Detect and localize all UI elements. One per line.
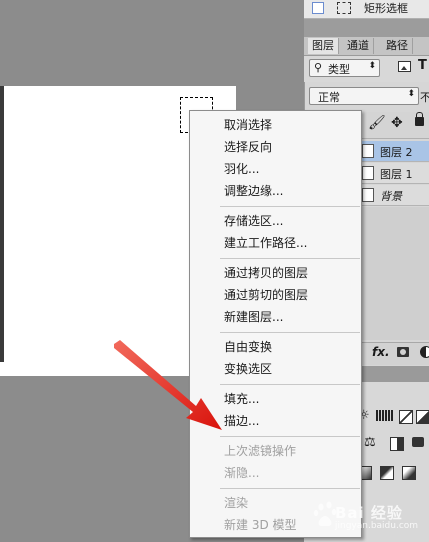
- menu-item-fade: 渐隐...: [224, 466, 260, 480]
- lock-pixels-brush-icon[interactable]: 🖌: [368, 115, 386, 131]
- layers-panel-tabs: 图层 通道 路径: [304, 37, 429, 56]
- updown-arrow-icon: ⬍: [407, 89, 415, 99]
- menu-separator: [220, 332, 360, 333]
- menu-item-layer-via-cut[interactable]: 通过剪切的图层: [190, 286, 361, 304]
- panel-gap: [304, 19, 429, 37]
- layer-name: 背景: [380, 190, 402, 203]
- checkbox-icon[interactable]: [312, 2, 324, 14]
- menu-separator: [220, 436, 360, 437]
- menu-item-select-inverse[interactable]: 选择反向: [190, 138, 361, 156]
- updown-arrow-icon: ⬍: [368, 61, 376, 71]
- blend-mode-value: 正常: [318, 91, 340, 104]
- fx-icon[interactable]: fx.: [372, 345, 390, 359]
- menu-item-make-work-path[interactable]: 建立工作路径...: [190, 234, 361, 252]
- tool-preset-rect-marquee[interactable]: 矩形选框: [304, 0, 429, 19]
- menu-item-feather[interactable]: 羽化...: [190, 160, 361, 178]
- menu-separator: [220, 488, 360, 489]
- search-icon: ⚲: [314, 61, 323, 74]
- layer-filter-select[interactable]: ⚲ 类型 ⬍: [309, 59, 380, 77]
- watermark-text: Bai 经验: [335, 504, 403, 522]
- tab-paths[interactable]: 路径: [382, 38, 413, 54]
- layer-filter-value: 类型: [328, 63, 350, 76]
- menu-separator: [220, 384, 360, 385]
- curves-icon[interactable]: [399, 410, 413, 424]
- menu-separator: [220, 258, 360, 259]
- layer-thumbnail: [362, 144, 374, 158]
- opacity-label-cut: 不: [420, 91, 429, 104]
- blend-mode-select[interactable]: 正常 ⬍: [309, 87, 419, 105]
- image-filter-icon[interactable]: [398, 61, 411, 72]
- photo-filter-icon[interactable]: [412, 437, 424, 447]
- menu-item-save-selection[interactable]: 存储选区...: [190, 212, 361, 230]
- layer-name: 图层 2: [380, 146, 413, 159]
- menu-item-deselect[interactable]: 取消选择: [190, 116, 361, 134]
- levels-icon[interactable]: [376, 410, 394, 421]
- menu-separator: [220, 206, 360, 207]
- layer-thumbnail: [362, 166, 374, 180]
- color-balance-icon[interactable]: ⚖: [364, 435, 376, 450]
- canvas-edge-strip: [0, 86, 4, 362]
- gradient-map-icon[interactable]: [402, 466, 416, 480]
- add-mask-icon[interactable]: [397, 347, 409, 357]
- context-menu: 取消选择 选择反向 羽化... 调整边缘... 存储选区... 建立工作路径..…: [189, 110, 362, 538]
- tool-preset-label: 矩形选框: [364, 2, 408, 15]
- lock-position-move-icon[interactable]: ✥: [391, 115, 403, 131]
- new-adjustment-icon[interactable]: [420, 346, 429, 358]
- lock-all-icon[interactable]: [415, 112, 424, 126]
- menu-item-new-layer[interactable]: 新建图层...: [190, 308, 361, 326]
- watermark-url: jingyan.baidu.com: [335, 521, 419, 531]
- layer-name: 图层 1: [380, 168, 413, 181]
- menu-item-last-filter: 上次滤镜操作: [224, 444, 297, 458]
- tab-channels[interactable]: 通道: [343, 38, 374, 54]
- red-arrow-annotation: [114, 340, 222, 430]
- rect-marquee-icon: [337, 2, 351, 14]
- posterize-icon[interactable]: [380, 466, 394, 480]
- black-white-icon[interactable]: [390, 437, 404, 451]
- menu-item-layer-via-copy[interactable]: 通过拷贝的图层: [190, 264, 361, 282]
- tab-layers[interactable]: 图层: [308, 38, 339, 54]
- menu-item-refine-edge[interactable]: 调整边缘...: [190, 182, 361, 200]
- layer-thumbnail: [362, 188, 374, 202]
- type-filter-icon[interactable]: T: [418, 58, 427, 73]
- exposure-icon[interactable]: [416, 410, 429, 424]
